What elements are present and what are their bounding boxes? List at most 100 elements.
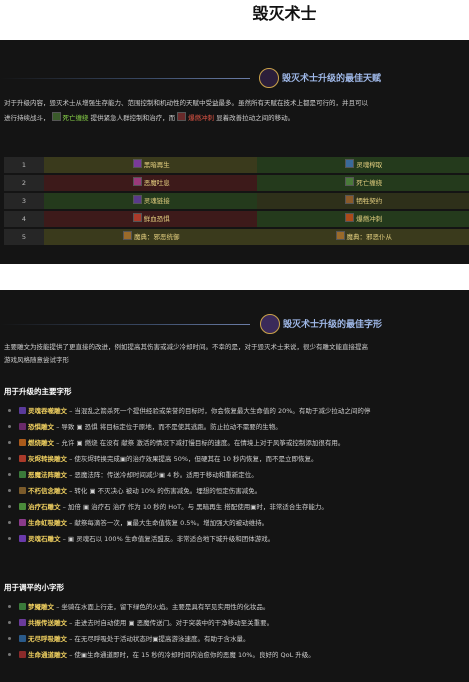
talent-left[interactable]: 灵魂链接: [44, 193, 257, 209]
list-item: 梦魇雕文 – 坐骑在水面上行走，留下绿色的火焰。主要是具有罕见实用性的化妆品。: [4, 599, 469, 615]
bullet: [8, 473, 11, 476]
talent-row: 1 黑暗再生 灵魂榨取: [4, 157, 469, 173]
bullet: [8, 457, 11, 460]
talent-right[interactable]: 牺牲契约: [256, 193, 469, 209]
talent-icon: [123, 231, 132, 240]
glyph-item-icon: [19, 603, 26, 610]
bullet: [8, 425, 11, 428]
glyph-name[interactable]: 灵魂石雕文: [28, 535, 61, 543]
glyph-name[interactable]: 灰烬转换雕文: [28, 455, 67, 463]
glyph-item-icon: [19, 471, 26, 478]
glyphs-title: 毁灭术士升级的最佳字形: [283, 320, 383, 330]
talent-icon: [132, 195, 142, 204]
bullet: [8, 441, 11, 444]
talents-intro-line2: 进行持续战斗， 死亡缠绕 提供紧急人群控制和治疗，而 爆燃冲刺 显着改善拉动之间的移…: [4, 112, 295, 122]
talents-intro-line1: 对于升级内容，毁灭术士从增强生存能力、范围控制和机动性的天赋中受益最多。虽然所有…: [4, 99, 368, 107]
talent-row: 2 恶魔吐息 死亡缠绕: [4, 175, 469, 191]
talent-level: 3: [4, 193, 44, 209]
list-item: 恐惧雕文 – 导致 ▣ 恐惧 将目标定位于原地，而不是使其逃跑。防止拉动不需要的…: [4, 419, 469, 435]
glyph-item-icon: [19, 439, 26, 446]
glyph-item-icon: [19, 455, 26, 462]
talent-level: 2: [4, 175, 44, 191]
talent-level: 5: [4, 229, 44, 245]
glyphs-intro-line1: 主要雕文为技能提供了更直接的改进，例如提高其伤害或减少冷却时间。不幸的是，对于毁…: [4, 343, 368, 351]
list-item: 燃烧雕文 – 允许 ▣ 燃烧 在没有 献祭 激活的情况下减打慢目标的速度。在情境…: [4, 435, 469, 451]
talent-icon: [345, 213, 355, 222]
glyph-item-icon: [19, 651, 26, 658]
talents-table: 1 黑暗再生 灵魂榨取 2 恶魔吐息 死亡缠绕 3 灵魂链接 牺牲契约 4 鲜血…: [4, 157, 469, 247]
burning-rush-link[interactable]: 爆燃冲刺: [188, 114, 214, 122]
bullet: [8, 409, 11, 412]
glyph-name[interactable]: 治疗石雕文: [28, 503, 61, 511]
mortal-coil-link[interactable]: 死亡缠绕: [63, 114, 89, 122]
glyph-item-icon: [19, 535, 26, 542]
list-item: 灵魂石雕文 – ▣ 灵魂石以 100% 生命值复活盟友。非常适合地下城升级和团体…: [4, 531, 469, 547]
talent-icon: [132, 177, 142, 186]
bullet: [8, 637, 11, 640]
glyph-item-icon: [19, 619, 26, 626]
bullet: [8, 605, 11, 608]
talent-row: 3 灵魂链接 牺牲契约: [4, 193, 469, 209]
list-item: 生命虹吸雕文 – 献祭每滴答一次，▣最大生命值恢复 0.5%。增加强大的被动维持…: [4, 515, 469, 531]
glyphs-intro-line2: 游戏风格随意尝试字形: [4, 356, 69, 364]
talent-left[interactable]: 恶魔吐息: [44, 175, 257, 191]
glyph-name[interactable]: 生命虹吸雕文: [28, 519, 67, 527]
talent-row: 5 魔典：邪恶统御 魔典：邪恶仆从: [4, 229, 469, 245]
talent-left[interactable]: 魔典：邪恶统御: [44, 229, 257, 245]
glyph-item-icon: [19, 519, 26, 526]
talent-icon: [345, 159, 355, 168]
talent-icon: [335, 231, 345, 240]
talent-level: 4: [4, 211, 44, 227]
talent-left[interactable]: 鲜血恐惧: [44, 211, 257, 227]
glyph-name[interactable]: 恐惧雕文: [28, 423, 54, 431]
talent-level: 1: [4, 157, 44, 173]
header-divider: [0, 78, 250, 79]
header-divider: [0, 324, 250, 325]
minor-glyphs-list: 梦魇雕文 – 坐骑在水面上行走，留下绿色的火焰。主要是具有罕见实用性的化妆品。 …: [4, 599, 469, 663]
talent-right[interactable]: 死亡缠绕: [256, 175, 469, 191]
bullet: [8, 621, 11, 624]
glyph-item-icon: [19, 635, 26, 642]
list-item: 不朽信念雕文 – 转化 ▣ 不灭决心 被动 10% 的伤害减免。埋想的恒定伤害减…: [4, 483, 469, 499]
talent-row: 4 鲜血恐惧 爆燃冲刺: [4, 211, 469, 227]
glyph-item-icon: [19, 407, 26, 414]
talents-title: 毁灭术士升级的最佳天赋: [282, 74, 382, 84]
burning-rush-icon: [177, 112, 187, 121]
major-glyphs-list: 灵魂吞噬雕文 – 当混乱之箭杀死一个提供经验或荣誉的目标时，你会恢复最大生命值的…: [4, 403, 469, 547]
major-glyphs-heading: 用于升级的主要字形: [4, 387, 72, 396]
glyph-name[interactable]: 无尽呼吸雕文: [28, 635, 67, 643]
glyph-name[interactable]: 恶魔法阵雕文: [28, 471, 67, 479]
mortal-coil-icon: [51, 112, 61, 121]
bullet: [8, 521, 11, 524]
talents-header: 毁灭术士升级的最佳天赋: [0, 66, 469, 92]
talent-right[interactable]: 魔典：邪恶仆从: [256, 229, 469, 245]
glyph-name[interactable]: 生命通道雕文: [28, 651, 67, 659]
glyph-item-icon: [19, 423, 26, 430]
glyph-name[interactable]: 灵魂吞噬雕文: [28, 407, 67, 415]
glyph-name[interactable]: 燃烧雕文: [28, 439, 54, 447]
bullet: [8, 653, 11, 656]
talent-left[interactable]: 黑暗再生: [44, 157, 257, 173]
talent-icon: [132, 159, 142, 168]
talent-icon: [345, 177, 355, 186]
page-title: 毁灭术士: [252, 4, 317, 23]
talent-icon: [132, 213, 142, 222]
talent-right[interactable]: 爆燃冲刺: [256, 211, 469, 227]
talent-right[interactable]: 灵魂榨取: [256, 157, 469, 173]
warlock-class-icon: [259, 68, 279, 88]
list-item: 治疗石雕文 – 加倍 ▣ 治疗石 治疗 作为 10 秒的 HoT。与 黑暗再生 …: [4, 499, 469, 515]
list-item: 灰烬转换雕文 – 使灰烬转换完成▣的治疗效果提高 50%，但硬其在 10 秒内恢…: [4, 451, 469, 467]
glyph-item-icon: [19, 503, 26, 510]
glyphs-header: 毁灭术士升级的最佳字形: [0, 312, 469, 338]
list-item: 灵魂吞噬雕文 – 当混乱之箭杀死一个提供经验或荣誉的目标时，你会恢复最大生命值的…: [4, 403, 469, 419]
glyph-name[interactable]: 不朽信念雕文: [28, 487, 67, 495]
list-item: 共振传送雕文 – 走进去时自动使用 ▣ 恶魔传送门。对于突袭中的干净移动至关重要…: [4, 615, 469, 631]
list-item: 无尽呼吸雕文 – 在无尽呼吸处于活动状态时▣提高游泳速度。有助于含水量。: [4, 631, 469, 647]
glyph-name[interactable]: 共振传送雕文: [28, 619, 67, 627]
glyph-name[interactable]: 梦魇雕文: [28, 603, 54, 611]
glyphs-panel: 毁灭术士升级的最佳字形 主要雕文为技能提供了更直接的改进，例如提高其伤害或减少冷…: [0, 290, 469, 682]
list-item: 恶魔法阵雕文 – 恶魔法阵：传送冷却时间减少▣ 4 秒。适用于移动和重新定位。: [4, 467, 469, 483]
minor-glyphs-heading: 用于调平的小字形: [4, 583, 64, 592]
glyph-icon: [260, 314, 280, 334]
talent-icon: [345, 195, 355, 204]
